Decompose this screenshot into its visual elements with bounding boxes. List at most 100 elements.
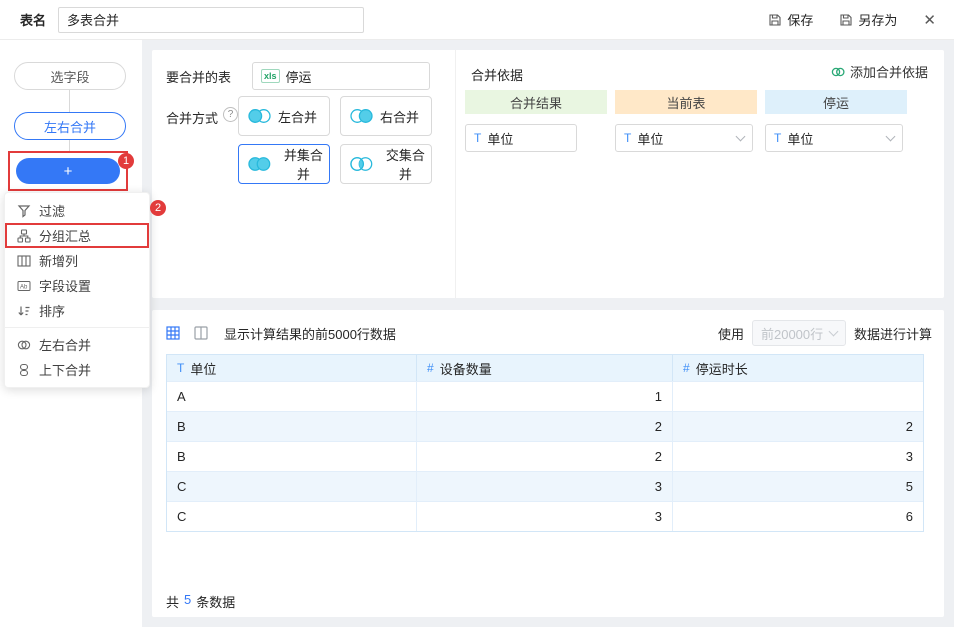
svg-text:Ab: Ab [20,284,28,290]
group-summary-icon [17,228,31,243]
save-button[interactable]: 保存 [768,10,813,29]
result-table: T 单位 # 设备数量 # 停运时长 A 1 B 2 2 B 2 3 C 3 5… [166,354,924,532]
xls-file-icon: xls [261,69,280,83]
merge-table-value: 停运 [285,69,312,85]
cell-unit: B [167,412,417,441]
text-type-icon: T [177,361,185,375]
menu-item-add-column[interactable]: 新增列 [5,248,149,273]
main-area: 要合并的表 xls 停运 合并方式 ? 左合并 右合并 并集合并 交集合并 合并… [142,40,954,627]
menu-item-lr-merge[interactable]: 左右合并 [5,332,149,357]
method-label: 并集合并 [283,148,323,182]
header-label: 停运时长 [695,361,748,377]
menu-item-filter[interactable]: 过滤 [5,198,149,223]
table-grid-icon [166,326,180,340]
sort-icon [18,306,30,315]
save-as-icon [840,13,852,26]
merge-basis-title: 合并依据 [471,68,524,83]
filter-icon [17,204,31,218]
table-row[interactable]: B 2 3 [167,441,923,471]
save-as-button[interactable]: 另存为 [839,10,897,29]
menu-item-label: 过滤 [39,204,66,219]
text-type-icon: T [474,131,482,145]
cell-downtime [673,382,923,411]
cell-downtime: 6 [905,509,913,524]
annotation-badge-1: 1 [118,153,134,169]
number-type-icon: # [683,361,690,375]
cell-device-count: 2 [417,412,673,441]
add-merge-basis-button[interactable]: 添加合并依据 [831,62,928,81]
add-column-icon [17,254,31,267]
menu-item-label: 排序 [39,304,66,319]
header-device-count[interactable]: # 设备数量 [417,355,673,381]
tb-merge-icon [19,363,29,376]
menu-item-tb-merge[interactable]: 上下合并 [5,357,149,382]
row-limit-select[interactable]: 前20000行 [751,320,846,346]
table-name-input[interactable] [58,6,365,33]
table-row[interactable]: A 1 [167,381,923,411]
menu-item-group-summary[interactable]: 分组汇总 [5,223,149,248]
merge-table-input[interactable]: xls 停运 [252,62,430,90]
add-step-button[interactable]: + [16,158,120,184]
add-merge-basis-label: 添加合并依据 [849,65,928,80]
result-field-value: 单位 [487,131,514,147]
menu-item-label: 字段设置 [39,279,92,294]
column-view-button[interactable] [194,326,208,340]
result-info-text: 显示计算结果的前5000行数据 [224,326,396,342]
menu-item-sort[interactable]: 排序 [5,298,149,323]
menu-item-field-settings[interactable]: Ab 字段设置 [5,273,149,298]
link-icon [831,67,845,76]
help-icon[interactable]: ? [223,107,238,122]
field-settings-icon: Ab [17,280,31,291]
annotation-box-1: + [8,151,128,191]
header-downtime[interactable]: # 停运时长 [673,355,923,381]
current-field-value: 单位 [637,131,664,147]
cell-device-count: 3 [417,472,673,501]
cell-device-count: 2 [417,442,673,471]
source-table-field-select[interactable]: T 单位 [765,124,903,152]
method-union-join[interactable]: 并集合并 [238,144,330,184]
method-right-join[interactable]: 右合并 [340,96,432,136]
method-left-join[interactable]: 左合并 [238,96,330,136]
close-button[interactable]: ✕ [923,11,936,29]
column-current-table: 当前表 [615,90,757,114]
grid-view-button[interactable] [166,326,180,340]
table-header-row: T 单位 # 设备数量 # 停运时长 [167,355,923,381]
venn-left-icon [248,109,271,123]
method-intersect-join[interactable]: 交集合并 [340,144,432,184]
cell-unit: A [167,382,417,411]
venn-right-icon [350,109,373,123]
chevron-down-icon [885,131,896,142]
topbar-actions: 保存 另存为 ✕ [768,10,954,29]
lr-merge-node-button[interactable]: 左右合并 [14,112,126,140]
cell-device-count: 1 [417,382,673,411]
source-field-value: 单位 [787,131,814,147]
cell-device-count: 3 [417,502,673,531]
merge-basis-section: 合并依据 添加合并依据 合并结果 当前表 停运 T 单位 T 单位 T 单位 [455,50,944,298]
method-label: 交集合并 [385,148,425,182]
total-prefix: 共 [166,595,180,610]
cell-downtime: 5 [905,479,913,494]
header-label: 单位 [190,361,217,377]
table-row[interactable]: C 3 5 [167,471,923,501]
current-table-field-select[interactable]: T 单位 [615,124,753,152]
table-body: A 1 B 2 2 B 2 3 C 3 5 C 3 6 [167,381,923,531]
select-field-button[interactable]: 选字段 [14,62,126,90]
menu-item-label: 上下合并 [39,363,92,378]
table-footer: 共 5 条数据 [166,592,235,611]
columns-icon [194,326,208,340]
use-prefix-label: 使用 [717,326,744,342]
use-suffix-label: 数据进行计算 [853,326,932,342]
method-label: 左合并 [278,109,318,125]
result-panel: 显示计算结果的前5000行数据 使用 前20000行 数据进行计算 T 单位 #… [152,310,944,617]
table-row[interactable]: B 2 2 [167,411,923,441]
merge-table-label: 要合并的表 [166,69,232,85]
merge-method-section: 要合并的表 xls 停运 合并方式 ? 左合并 右合并 并集合并 交集合并 [152,50,455,298]
merge-basis-fields: T 单位 T 单位 T 单位 [465,124,903,152]
table-row[interactable]: C 3 6 [167,501,923,531]
result-field-select[interactable]: T 单位 [465,124,577,152]
connector-line [69,140,70,151]
header-unit[interactable]: T 单位 [167,355,417,381]
cell-downtime: 3 [905,449,913,464]
column-source-table: 停运 [765,90,907,114]
venn-intersect-icon [350,157,373,171]
